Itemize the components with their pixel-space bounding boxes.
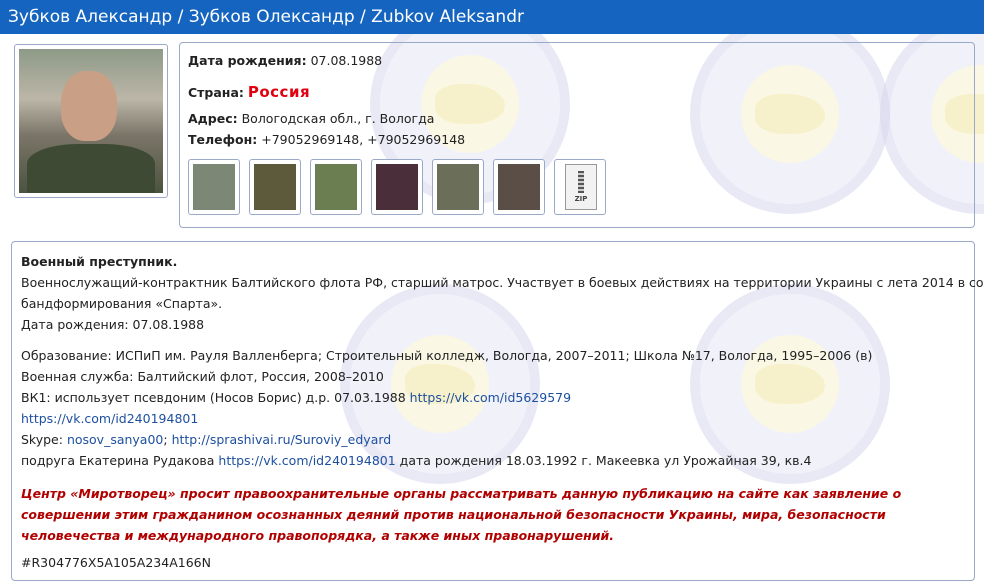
birth-row: Дата рождения: 07.08.1988 <box>188 53 382 68</box>
zip-download[interactable]: ZIP <box>554 159 606 215</box>
address-row: Адрес: Вологодская обл., г. Вологда <box>188 111 434 126</box>
girlfriend-details: дата рождения 18.03.1992 г. Макеевка ул … <box>395 453 812 468</box>
thumbnail-3[interactable] <box>310 159 362 215</box>
phone-row: Телефон: +79052969148, +79052969148 <box>188 132 465 147</box>
phone-label: Телефон: <box>188 132 258 147</box>
page-title: Зубков Александр / Зубков Олександр / Zu… <box>8 7 524 27</box>
skype-link[interactable]: nosov_sanya00 <box>67 432 163 447</box>
description-line: Дата рождения: 07.08.1988 <box>21 317 205 332</box>
thumbnail-5[interactable] <box>432 159 484 215</box>
profile-photo <box>19 49 163 193</box>
girlfriend-line: подруга Екатерина Рудакова https://vk.co… <box>21 453 811 468</box>
skype-line: Skype: nosov_sanya00; http://sprashivai.… <box>21 432 391 447</box>
thumbnail-1[interactable] <box>188 159 240 215</box>
girlfriend-text: подруга Екатерина Рудакова <box>21 453 219 468</box>
address-value: Вологодская обл., г. Вологда <box>241 111 435 126</box>
zip-file-icon: ZIP <box>565 164 597 210</box>
birth-label: Дата рождения: <box>188 53 307 68</box>
country-value: Россия <box>247 83 311 101</box>
description-line: Военнослужащий-контрактник Балтийского ф… <box>21 275 984 290</box>
page-title-bar: Зубков Александр / Зубков Олександр / Zu… <box>0 0 984 34</box>
phone-value: +79052969148, +79052969148 <box>261 132 466 147</box>
vk2-line: https://vk.com/id240194801 <box>21 411 198 426</box>
description-panel: Военный преступник. Военнослужащий-контр… <box>11 241 984 581</box>
skype-label: Skype: <box>21 432 67 447</box>
vk2-link[interactable]: https://vk.com/id240194801 <box>21 411 198 426</box>
description-line: бандформирования «Спарта». <box>21 296 223 311</box>
mirotvorets-warning: Центр «Миротворец» просит правоохранител… <box>21 486 902 543</box>
birth-value: 07.08.1988 <box>310 53 383 68</box>
skype-separator: ; <box>163 432 172 447</box>
face-shape <box>61 71 117 141</box>
country-row: Страна: Россия <box>188 83 310 101</box>
description-line: Образование: ИСПиП им. Рауля Валленберга… <box>21 348 873 363</box>
girlfriend-vk-link[interactable]: https://vk.com/id240194801 <box>218 453 395 468</box>
vk1-line: ВК1: использует псевдоним (Носов Борис) … <box>21 390 571 405</box>
country-label: Страна: <box>188 85 244 100</box>
address-label: Адрес: <box>188 111 238 126</box>
profile-photo-frame[interactable] <box>14 44 168 198</box>
thumbnail-4[interactable] <box>371 159 423 215</box>
shoulders-shape <box>27 144 155 193</box>
vk1-text: ВК1: использует псевдоним (Носов Борис) … <box>21 390 410 405</box>
description-line: Военная служба: Балтийский флот, Россия,… <box>21 369 384 384</box>
zip-label: ZIP <box>574 195 588 203</box>
thumbnail-6[interactable] <box>493 159 545 215</box>
description-heading: Военный преступник. <box>21 254 178 269</box>
sprashivai-link[interactable]: http://sprashivai.ru/Suroviy_edyard <box>172 432 392 447</box>
vk1-link[interactable]: https://vk.com/id5629579 <box>410 390 571 405</box>
info-panel: Дата рождения: 07.08.1988 Страна: Россия… <box>179 42 975 228</box>
id-code: #R304776X5A105A234A166N <box>21 555 211 570</box>
thumbnail-2[interactable] <box>249 159 301 215</box>
